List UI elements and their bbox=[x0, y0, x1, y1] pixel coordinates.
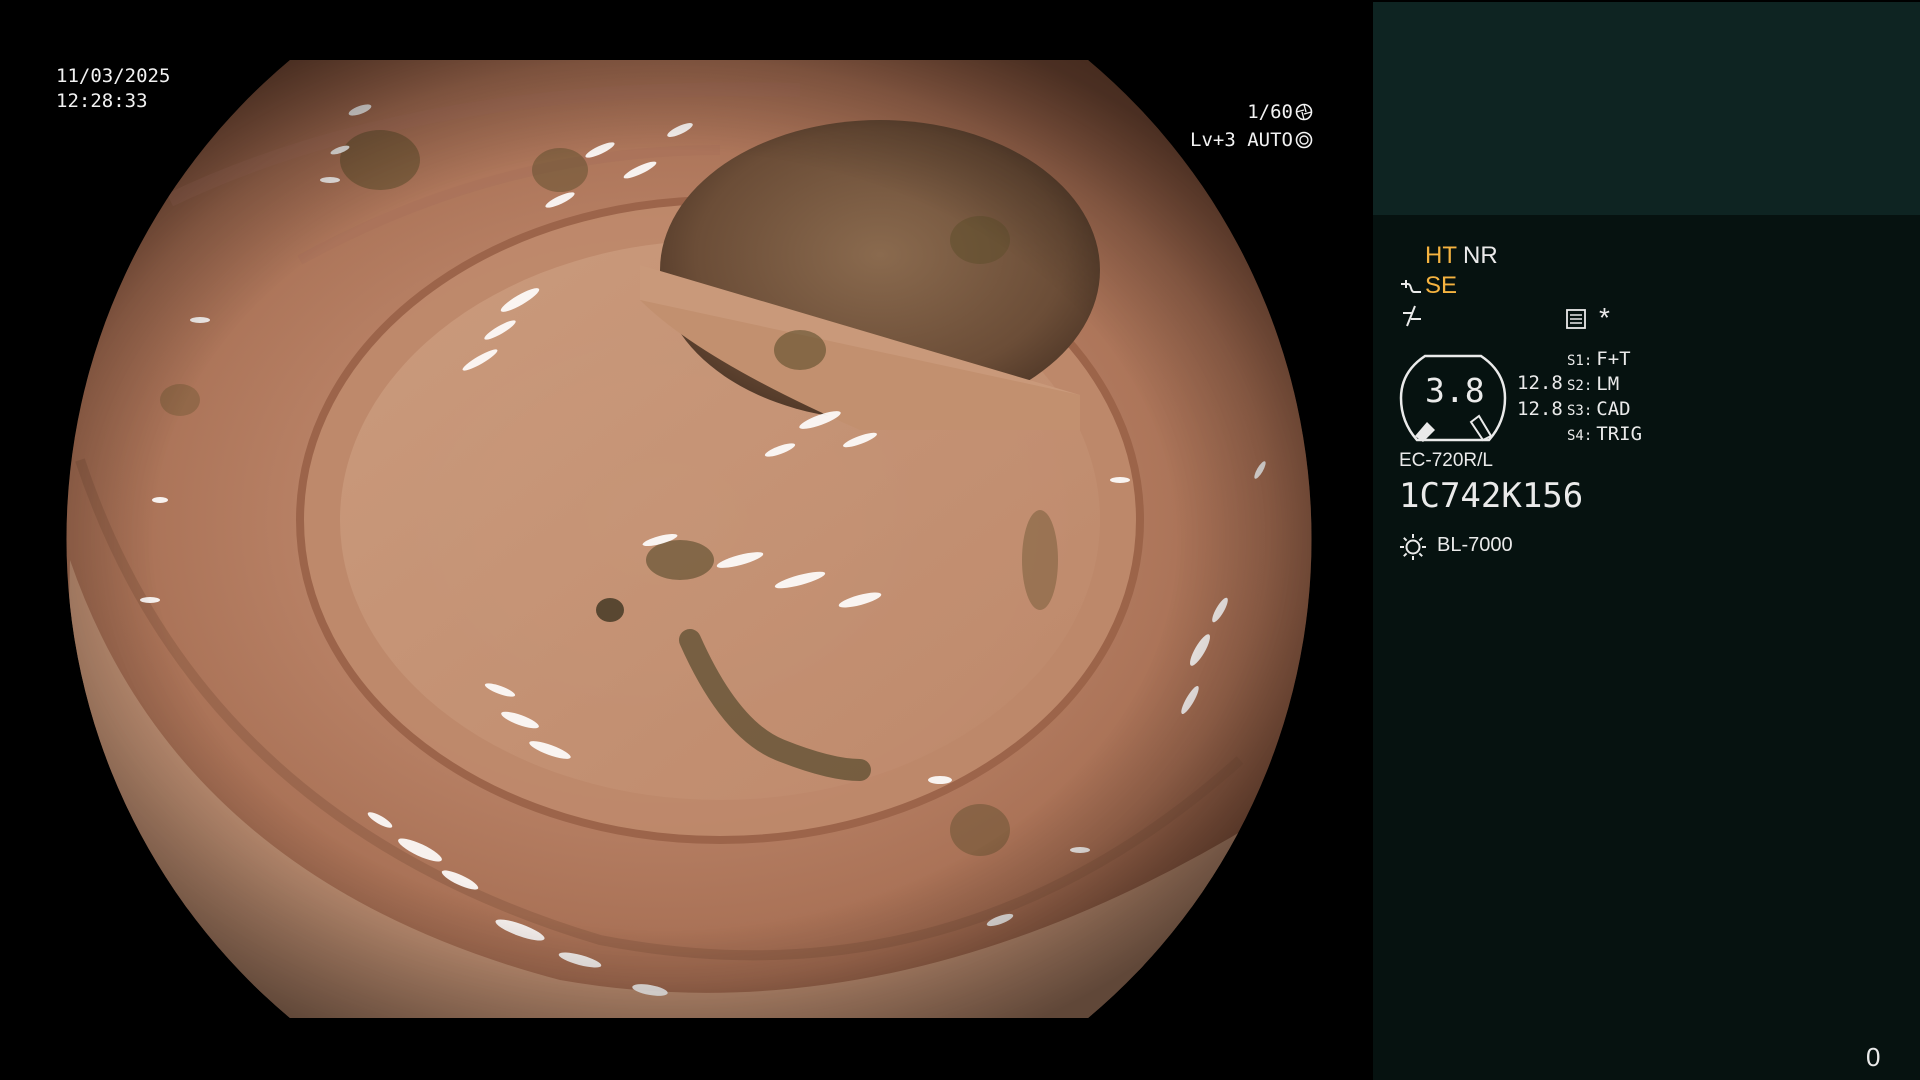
enhance-icon bbox=[1403, 305, 1421, 327]
readout-value-b: 12.8 bbox=[1517, 398, 1563, 420]
endoscope-video-area: 11/03/2025 12:28:33 1/60 Lv+3 AUTO bbox=[0, 0, 1373, 1080]
switch-1-key: S1: bbox=[1567, 353, 1593, 369]
scope-model-label: EC-720R/L bbox=[1399, 450, 1493, 471]
ht-indicator: HT bbox=[1425, 242, 1457, 269]
status-panel-header bbox=[1373, 0, 1920, 215]
shutter-icon bbox=[1295, 103, 1313, 121]
star-indicator: * bbox=[1599, 302, 1610, 333]
nr-indicator: NR bbox=[1463, 242, 1498, 269]
light-source-icon bbox=[1400, 534, 1426, 560]
switch-2-value: LM bbox=[1596, 373, 1620, 395]
readout-value-a: 12.8 bbox=[1517, 372, 1563, 394]
switch-1: S1: F+T bbox=[1567, 348, 1631, 370]
switch-3-key: S3: bbox=[1567, 403, 1593, 419]
switch-4: S4: TRIG bbox=[1567, 423, 1642, 445]
status-panel: HT NR SE * 3.8 12.8 12.8 S1: F+T S2: LM S3… bbox=[1373, 0, 1920, 1080]
switch-4-key: S4: bbox=[1567, 428, 1593, 444]
exposure-readout: 1/60 Lv+3 AUTO bbox=[1190, 98, 1313, 154]
time-text: 12:28:33 bbox=[56, 90, 148, 112]
switch-3: S3: CAD bbox=[1567, 398, 1631, 420]
shutter-speed-text: 1/60 bbox=[1247, 101, 1293, 123]
iris-value: 3.8 bbox=[1425, 371, 1485, 410]
date-time-readout: 11/03/2025 12:28:33 bbox=[56, 64, 170, 114]
structure-enhance-icon bbox=[1401, 280, 1421, 293]
frame-counter: 0 bbox=[1866, 1042, 1881, 1072]
endoscope-image bbox=[66, 60, 1312, 1018]
scope-serial-label: 1C742K156 bbox=[1399, 476, 1584, 516]
level-text: Lv+3 AUTO bbox=[1190, 129, 1293, 151]
switch-1-value: F+T bbox=[1596, 348, 1631, 370]
switch-4-value: TRIG bbox=[1596, 423, 1643, 445]
shutter-row: 1/60 bbox=[1190, 98, 1313, 126]
auto-iris-icon bbox=[1295, 131, 1313, 149]
date-text: 11/03/2025 bbox=[56, 65, 171, 87]
switch-3-value: CAD bbox=[1596, 398, 1631, 420]
light-source-label: BL-7000 bbox=[1437, 534, 1513, 556]
switch-2: S2: LM bbox=[1567, 373, 1619, 395]
level-row: Lv+3 AUTO bbox=[1190, 126, 1313, 154]
switch-2-key: S2: bbox=[1567, 378, 1593, 394]
se-indicator: SE bbox=[1425, 272, 1458, 299]
memo-icon bbox=[1566, 309, 1586, 329]
